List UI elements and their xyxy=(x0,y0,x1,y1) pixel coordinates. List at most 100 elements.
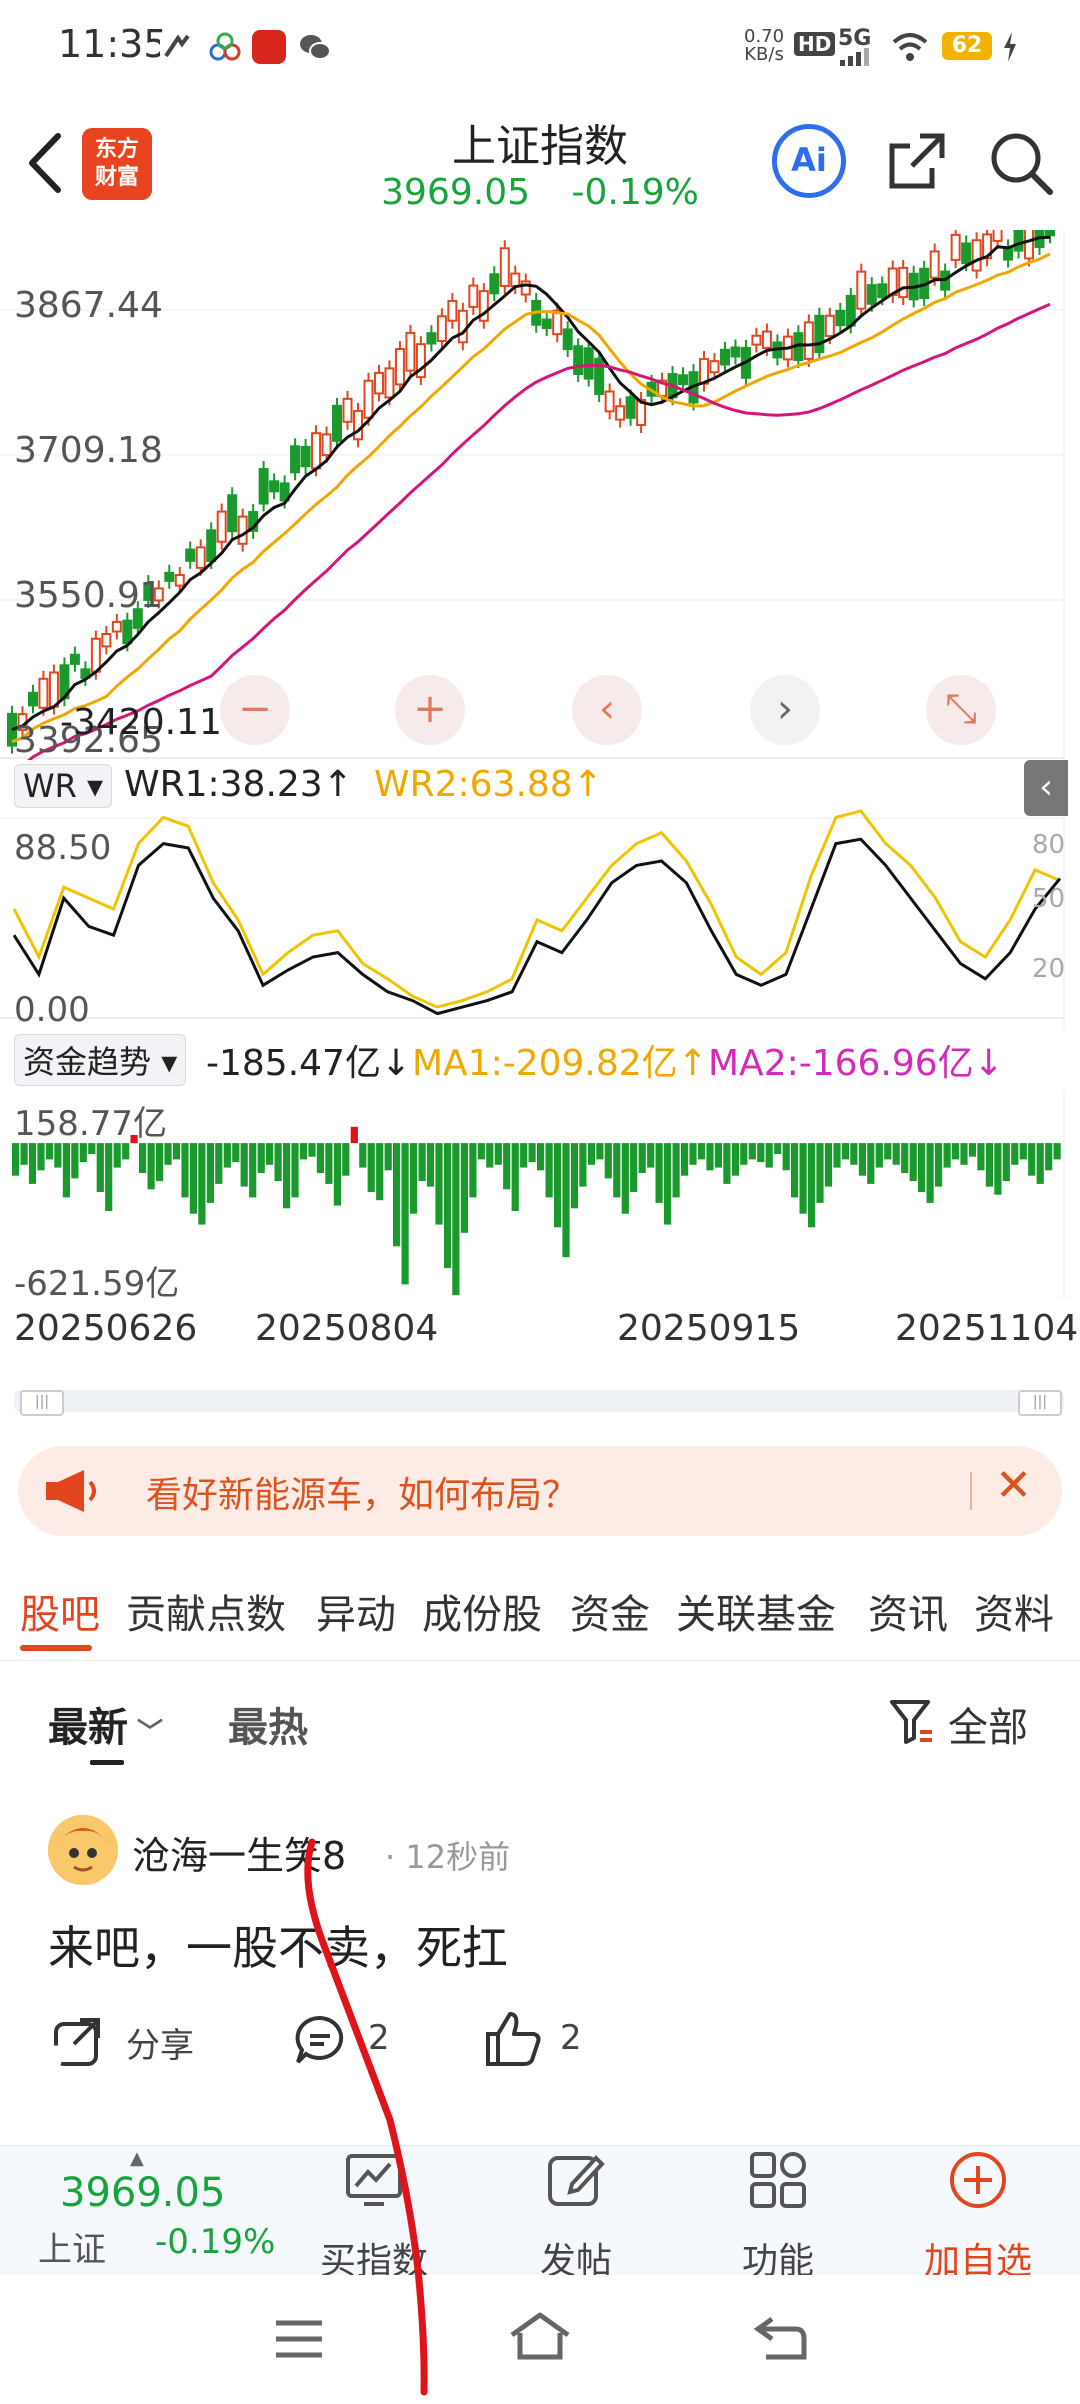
x-date-label: 20250915 xyxy=(617,1308,801,1349)
filter-icon[interactable] xyxy=(888,1696,932,1750)
post-username[interactable]: 沧海一生笑8 xyxy=(132,1825,346,1880)
post-body[interactable]: 来吧，一股不卖，死扛 xyxy=(48,1912,508,1978)
sort-hot[interactable]: 最热 xyxy=(228,1695,308,1753)
candle-body xyxy=(216,510,227,543)
bottom-index-change: -0.19% xyxy=(155,2222,276,2262)
fund-bar xyxy=(401,1143,409,1285)
home-icon[interactable] xyxy=(508,2311,572,2365)
share-icon[interactable] xyxy=(884,128,950,198)
search-icon[interactable] xyxy=(986,128,1056,202)
fund-bar xyxy=(824,1143,833,1187)
collapse-up-icon[interactable]: ▲ xyxy=(130,2148,144,2169)
fund-bar xyxy=(410,1143,418,1214)
fund-bar xyxy=(232,1143,240,1163)
candle-body xyxy=(877,283,888,299)
network-speed: 0.70 KB/s xyxy=(744,28,784,64)
fund-bar xyxy=(935,1143,943,1187)
candle-body xyxy=(227,494,238,533)
candle-body xyxy=(353,409,363,441)
menu-icon[interactable] xyxy=(274,2319,324,2363)
scroll-left-button[interactable]: ‹ xyxy=(572,675,642,745)
wr-selector-label: WR xyxy=(23,767,77,805)
avatar[interactable] xyxy=(48,1815,118,1885)
fund-bar xyxy=(841,1143,849,1160)
fund-bar xyxy=(1036,1143,1044,1184)
fund-bar xyxy=(765,1143,773,1168)
fund-bar xyxy=(181,1143,189,1198)
zoom-in-button[interactable]: + xyxy=(395,675,465,745)
kline-y-label: 3550.91 xyxy=(14,575,163,616)
comment-count: 2 xyxy=(368,2018,390,2058)
close-banner-icon[interactable]: ✕ xyxy=(995,1460,1032,1511)
candle-body xyxy=(426,332,437,345)
fund-bar xyxy=(147,1143,155,1190)
fund-bar xyxy=(156,1143,164,1182)
fullscreen-button[interactable]: ⤡ xyxy=(926,675,996,745)
functions-icon xyxy=(748,2150,808,2210)
scroll-handle-left[interactable]: ||| xyxy=(20,1390,64,1416)
fund-bar xyxy=(1011,1143,1019,1165)
fund-selector-label: 资金趋势 xyxy=(23,1043,152,1081)
tab-profile[interactable]: 资料 xyxy=(974,1582,1054,1640)
tab-guba[interactable]: 股吧 xyxy=(20,1582,100,1640)
candle-body xyxy=(1045,223,1055,237)
bottom-index-price[interactable]: 3969.05 xyxy=(60,2170,225,2216)
filter-all[interactable]: 全部 xyxy=(948,1695,1028,1753)
megaphone-icon xyxy=(44,1468,104,1518)
wifi-icon xyxy=(890,30,930,68)
fund-bar xyxy=(681,1143,689,1176)
scroll-handle-right[interactable]: ||| xyxy=(1018,1390,1062,1416)
fund-bar xyxy=(460,1143,468,1233)
candle-body xyxy=(835,309,846,327)
fund-bar xyxy=(426,1143,435,1187)
tab-movement[interactable]: 异动 xyxy=(316,1582,396,1640)
fund-bar xyxy=(799,1143,807,1214)
zoom-out-button[interactable]: − xyxy=(220,675,290,745)
fund-bar xyxy=(926,1143,934,1203)
fund-bar xyxy=(291,1143,299,1198)
tab-news[interactable]: 资讯 xyxy=(868,1582,948,1640)
candle-body xyxy=(363,379,374,419)
candle-body xyxy=(174,573,185,587)
fund-bar xyxy=(333,1143,341,1206)
wr-selector[interactable]: WR ▾ xyxy=(14,764,113,808)
tab-funds-flow[interactable]: 资金 xyxy=(570,1582,650,1640)
lottery-app-icon xyxy=(208,30,242,64)
comment-icon[interactable] xyxy=(292,2012,348,2072)
fund-selector[interactable]: 资金趋势 ▾ xyxy=(14,1034,187,1086)
ai-assistant-button[interactable]: Ai xyxy=(772,124,846,198)
fund-bar xyxy=(977,1143,985,1171)
promo-banner[interactable]: 看好新能源车，如何布局？ ✕ xyxy=(18,1446,1062,1536)
fund-bar xyxy=(731,1143,739,1176)
chart-scroll-track[interactable] xyxy=(14,1390,1064,1412)
candle-body xyxy=(321,433,332,457)
tab-related-funds[interactable]: 关联基金 xyxy=(676,1582,836,1640)
candle-body xyxy=(856,270,867,310)
fund-bar xyxy=(257,1143,265,1173)
fund-ma2-label: MA2:-166.96亿↓ xyxy=(708,1043,1004,1084)
sort-latest[interactable]: 最新 ﹀ xyxy=(48,1695,163,1753)
candle-body xyxy=(824,314,835,338)
back-nav-icon[interactable] xyxy=(752,2315,808,2365)
x-date-label: 20251104 xyxy=(895,1308,1079,1349)
fund-bar xyxy=(951,1143,960,1160)
tab-contribution[interactable]: 贡献点数 xyxy=(126,1582,286,1640)
fund-bar xyxy=(537,1143,545,1171)
post-icon xyxy=(546,2150,606,2210)
like-icon[interactable] xyxy=(484,2010,544,2072)
share-label[interactable]: 分享 xyxy=(126,2018,194,2067)
share-post-icon[interactable] xyxy=(50,2012,106,2072)
wechat-icon xyxy=(298,30,332,64)
tab-constituents[interactable]: 成份股 xyxy=(422,1582,542,1640)
collapse-panel-button[interactable]: ‹ xyxy=(1024,760,1068,816)
fund-bar xyxy=(113,1143,121,1168)
post-time: · 12秒前 xyxy=(385,1838,511,1876)
scroll-right-button[interactable]: › xyxy=(750,675,820,745)
sort-indicator xyxy=(90,1760,124,1765)
fund-bar xyxy=(198,1143,206,1225)
x-date-label: 20250804 xyxy=(255,1308,439,1349)
index-change: -0.19% xyxy=(571,172,699,213)
fund-bar xyxy=(164,1143,172,1165)
active-tab-indicator xyxy=(20,1645,92,1651)
banner-divider xyxy=(970,1472,972,1510)
